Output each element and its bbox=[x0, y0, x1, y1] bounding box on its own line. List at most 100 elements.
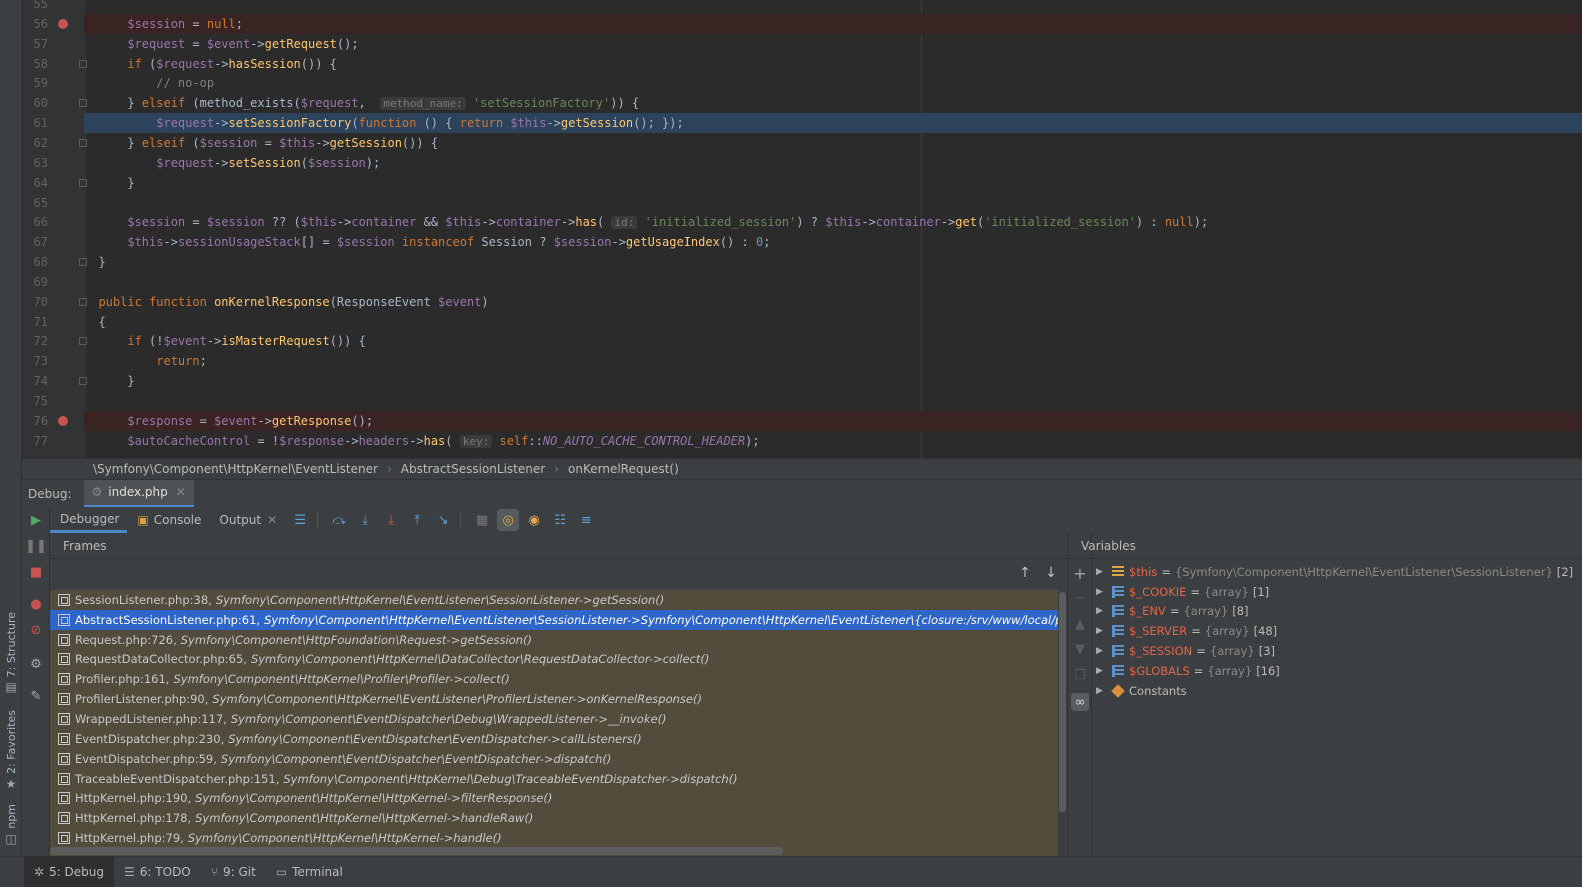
code-text[interactable]: public function onKernelResponse(Respons… bbox=[84, 292, 1582, 312]
move-watch-down-button[interactable]: ▼ bbox=[1071, 640, 1089, 658]
code-text[interactable] bbox=[84, 391, 1582, 411]
line-number[interactable]: 62 bbox=[22, 133, 48, 153]
code-line[interactable]: 63 $request->setSession($session); bbox=[22, 153, 1582, 173]
line-number[interactable]: 61 bbox=[22, 113, 48, 133]
line-number[interactable]: 75 bbox=[22, 391, 48, 411]
show-execution-point-button[interactable]: ☰ bbox=[289, 509, 311, 531]
line-number[interactable]: 64 bbox=[22, 173, 48, 193]
line-number[interactable]: 55 bbox=[22, 0, 48, 14]
scrollbar-thumb[interactable] bbox=[1059, 592, 1066, 812]
code-line[interactable]: 59 // no-op bbox=[22, 73, 1582, 93]
force-step-into-button[interactable]: ⤓ bbox=[380, 509, 402, 531]
frame-row[interactable]: ProfilerListener.php:90, Symfony\Componen… bbox=[50, 689, 1058, 709]
tab-output[interactable]: Output ✕ bbox=[209, 507, 285, 533]
code-text[interactable]: return; bbox=[84, 351, 1582, 371]
line-number[interactable]: 77 bbox=[22, 431, 48, 451]
code-text[interactable]: $request->setSession($session); bbox=[84, 153, 1582, 173]
code-text[interactable]: if (!$event->isMasterRequest()) { bbox=[84, 331, 1582, 351]
line-number[interactable]: 73 bbox=[22, 351, 48, 371]
code-text[interactable]: $session = $session ?? ($this->container… bbox=[84, 212, 1582, 232]
close-icon[interactable]: ✕ bbox=[176, 485, 186, 499]
frame-row[interactable]: EventDispatcher.php:59, Symfony\Component… bbox=[50, 749, 1058, 769]
line-number[interactable]: 60 bbox=[22, 93, 48, 113]
line-number[interactable]: 68 bbox=[22, 252, 48, 272]
code-line[interactable]: 57 $request = $event->getRequest(); bbox=[22, 34, 1582, 54]
code-line[interactable]: 69 bbox=[22, 272, 1582, 292]
pause-program-button[interactable]: ❚❚ bbox=[25, 536, 47, 556]
resume-program-button[interactable]: ▶ bbox=[26, 510, 46, 530]
code-text[interactable]: // no-op bbox=[84, 73, 1582, 93]
line-number[interactable]: 74 bbox=[22, 371, 48, 391]
frame-row[interactable]: HttpKernel.php:190, Symfony\Component\Htt… bbox=[50, 788, 1058, 808]
frame-row[interactable]: SessionListener.php:38, Symfony\Component… bbox=[50, 590, 1058, 610]
structure-tool-tab[interactable]: 7: Structure ▤ bbox=[2, 612, 20, 694]
step-over-button[interactable]: ⤼ bbox=[328, 509, 350, 531]
debug-session-tab[interactable]: ⚙ index.php ✕ bbox=[83, 479, 194, 508]
mute-breakpoints-button[interactable]: ⊘ bbox=[26, 620, 46, 640]
code-line[interactable]: 67 $this->sessionUsageStack[] = $session… bbox=[22, 232, 1582, 252]
code-line[interactable]: 71 { bbox=[22, 312, 1582, 332]
expand-triangle-icon[interactable]: ▶ bbox=[1096, 567, 1106, 577]
code-text[interactable]: $request = $event->getRequest(); bbox=[84, 34, 1582, 54]
frames-horizontal-scrollbar[interactable] bbox=[50, 847, 783, 855]
code-text[interactable]: } bbox=[84, 252, 1582, 272]
code-line[interactable]: 56 $session = null; bbox=[22, 13, 1582, 34]
line-number[interactable]: 59 bbox=[22, 73, 48, 93]
code-line[interactable]: 60 } elseif (method_exists($request, met… bbox=[22, 93, 1582, 113]
arrow-up-icon[interactable]: ↑ bbox=[1016, 565, 1034, 581]
tab-terminal[interactable]: ▭ Terminal bbox=[266, 857, 353, 887]
code-line[interactable]: 74 } bbox=[22, 371, 1582, 391]
breakpoint-icon[interactable] bbox=[58, 415, 68, 426]
code-editor[interactable]: 55 56 $session = null; 57 $request = $eve… bbox=[22, 0, 1582, 458]
evaluate-expression-button[interactable]: ▦ bbox=[471, 509, 493, 531]
pin-tab-button[interactable]: ✎ bbox=[26, 686, 46, 706]
break-at-first-line-button[interactable]: ◎ bbox=[497, 509, 520, 531]
breadcrumb-class[interactable]: AbstractSessionListener bbox=[401, 462, 545, 476]
new-watch-button[interactable]: + bbox=[1071, 564, 1089, 583]
expand-triangle-icon[interactable]: ▶ bbox=[1096, 666, 1106, 676]
code-line[interactable]: 55 bbox=[22, 0, 1582, 14]
code-text[interactable] bbox=[84, 0, 1582, 14]
code-text[interactable]: $autoCacheControl = !$response->headers-… bbox=[84, 431, 1582, 451]
favorites-tool-tab[interactable]: 2: Favorites ★ bbox=[2, 710, 20, 791]
code-text[interactable]: } bbox=[84, 371, 1582, 391]
frames-vertical-scrollbar[interactable] bbox=[1058, 590, 1067, 856]
listen-connections-button[interactable]: ◉ bbox=[523, 509, 545, 531]
expand-triangle-icon[interactable]: ▶ bbox=[1096, 626, 1106, 636]
frame-row[interactable]: WrappedListener.php:117, Symfony\Componen… bbox=[50, 709, 1058, 729]
remove-watch-button[interactable]: − bbox=[1071, 589, 1089, 607]
expand-triangle-icon[interactable]: ▶ bbox=[1096, 686, 1106, 696]
stop-button[interactable]: ■ bbox=[26, 562, 46, 582]
code-text[interactable] bbox=[84, 272, 1582, 292]
code-line[interactable]: 58 if ($request->hasSession()) { bbox=[22, 54, 1582, 74]
code-text[interactable]: $this->sessionUsageStack[] = $session in… bbox=[84, 232, 1582, 252]
code-text[interactable]: } bbox=[84, 173, 1582, 193]
code-line[interactable]: 65 bbox=[22, 193, 1582, 213]
code-line[interactable]: 68 } bbox=[22, 252, 1582, 272]
code-line[interactable]: 72 if (!$event->isMasterRequest()) { bbox=[22, 331, 1582, 351]
variables-list[interactable]: ▶ $this = {Symfony\Component\HttpKernel\Eve… bbox=[1092, 559, 1582, 701]
expand-triangle-icon[interactable]: ▶ bbox=[1096, 587, 1106, 597]
variable-row[interactable]: ▶ $_SESSION = {array} [3] bbox=[1092, 641, 1582, 661]
line-number[interactable]: 67 bbox=[22, 232, 48, 252]
code-line[interactable]: 62 } elseif ($session = $this->getSessio… bbox=[22, 133, 1582, 153]
run-to-cursor-button[interactable]: ↘ bbox=[432, 509, 454, 531]
frame-row[interactable]: TraceableEventDispatcher.php:151, Symfony… bbox=[50, 769, 1058, 789]
view-breakpoints-button[interactable]: ● bbox=[26, 594, 46, 614]
tab-todo[interactable]: ☰ 6: TODO bbox=[114, 857, 201, 887]
close-icon[interactable]: ✕ bbox=[267, 513, 277, 527]
frame-row[interactable]: EventDispatcher.php:230, Symfony\Componen… bbox=[50, 729, 1058, 749]
show-watches-button[interactable]: ∞ bbox=[1071, 693, 1089, 711]
code-text[interactable]: $response = $event->getResponse(); bbox=[84, 410, 1582, 431]
code-text[interactable]: } elseif (method_exists($request, method… bbox=[84, 93, 1582, 113]
code-line[interactable]: 77 $autoCacheControl = !$response->heade… bbox=[22, 431, 1582, 451]
frame-row[interactable]: Request.php:726, Symfony\Component\HttpFo… bbox=[50, 630, 1058, 650]
expand-triangle-icon[interactable]: ▶ bbox=[1096, 606, 1106, 616]
frame-row[interactable]: RequestDataCollector.php:65, Symfony\Comp… bbox=[50, 650, 1058, 670]
code-line[interactable]: 75 bbox=[22, 391, 1582, 411]
variable-row[interactable]: ▶ $GLOBALS = {array} [16] bbox=[1092, 661, 1582, 681]
expand-triangle-icon[interactable]: ▶ bbox=[1096, 646, 1106, 656]
variable-row[interactable]: ▶ $_COOKIE = {array} [1] bbox=[1092, 582, 1582, 602]
line-number[interactable]: 66 bbox=[22, 212, 48, 232]
frames-list-button[interactable]: ☷ bbox=[549, 509, 571, 531]
